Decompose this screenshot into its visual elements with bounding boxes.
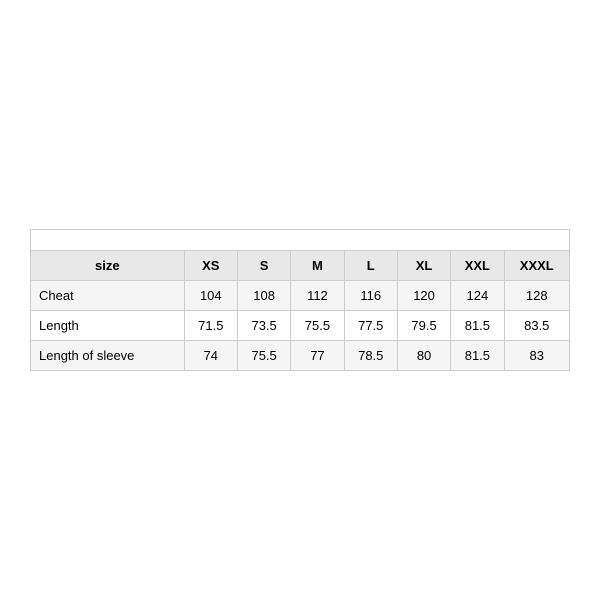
row-cheat-label: Cheat [31,281,185,311]
row-length-l: 77.5 [344,311,397,341]
row-cheat-l: 116 [344,281,397,311]
table-title [31,230,570,251]
row-sleeve-xl: 80 [397,341,450,371]
chart-container: size XS S M L XL XXL XXXL Cheat 104 108 … [30,229,570,371]
header-row: size XS S M L XL XXL XXXL [31,251,570,281]
row-sleeve-l: 78.5 [344,341,397,371]
row-sleeve-xxxl: 83 [504,341,569,371]
row-cheat-m: 112 [291,281,344,311]
row-cheat-xs: 104 [184,281,237,311]
row-length-m: 75.5 [291,311,344,341]
table-row: Cheat 104 108 112 116 120 124 128 [31,281,570,311]
size-table: size XS S M L XL XXL XXXL Cheat 104 108 … [30,229,570,371]
header-size: size [31,251,185,281]
row-cheat-xxxl: 128 [504,281,569,311]
header-xl: XL [397,251,450,281]
row-length-xs: 71.5 [184,311,237,341]
header-s: S [237,251,290,281]
row-sleeve-s: 75.5 [237,341,290,371]
table-row: Length of sleeve 74 75.5 77 78.5 80 81.5… [31,341,570,371]
header-xxl: XXL [451,251,504,281]
row-length-s: 73.5 [237,311,290,341]
header-xxxl: XXXL [504,251,569,281]
row-length-xxxl: 83.5 [504,311,569,341]
row-sleeve-label: Length of sleeve [31,341,185,371]
header-m: M [291,251,344,281]
title-row [31,230,570,251]
row-cheat-xxl: 124 [451,281,504,311]
row-length-xxl: 81.5 [451,311,504,341]
table-row: Length 71.5 73.5 75.5 77.5 79.5 81.5 83.… [31,311,570,341]
header-xs: XS [184,251,237,281]
row-cheat-xl: 120 [397,281,450,311]
row-length-label: Length [31,311,185,341]
row-cheat-s: 108 [237,281,290,311]
header-l: L [344,251,397,281]
row-length-xl: 79.5 [397,311,450,341]
row-sleeve-m: 77 [291,341,344,371]
row-sleeve-xs: 74 [184,341,237,371]
row-sleeve-xxl: 81.5 [451,341,504,371]
